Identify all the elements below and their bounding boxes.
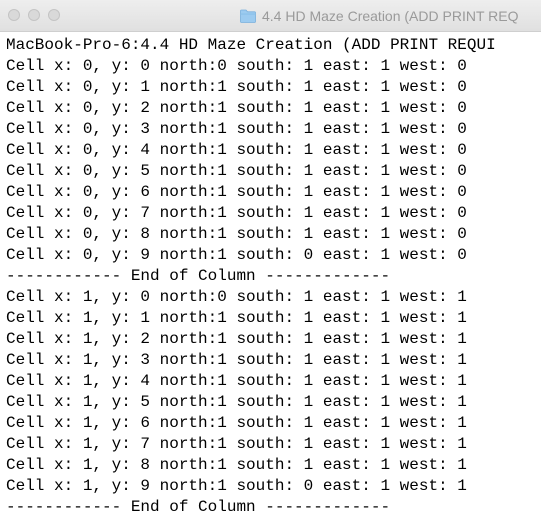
prompt-line: MacBook-Pro-6:4.4 HD Maze Creation (ADD … [6,36,496,54]
close-window-button[interactable] [8,9,20,21]
output-line: Cell x: 1, y: 6 north:1 south: 1 east: 1… [6,414,467,432]
folder-icon [240,9,256,23]
output-line: Cell x: 0, y: 6 north:1 south: 1 east: 1… [6,183,467,201]
output-line: ------------ End of Column ------------- [6,498,391,516]
output-line: Cell x: 1, y: 3 north:1 south: 1 east: 1… [6,351,467,369]
title-bar[interactable]: 4.4 HD Maze Creation (ADD PRINT REQ [0,0,541,32]
output-line: Cell x: 0, y: 2 north:1 south: 1 east: 1… [6,99,467,117]
output-line: Cell x: 0, y: 5 north:1 south: 1 east: 1… [6,162,467,180]
minimize-window-button[interactable] [28,9,40,21]
output-line: Cell x: 0, y: 4 north:1 south: 1 east: 1… [6,141,467,159]
output-line: ------------ End of Column ------------- [6,267,391,285]
window-title: 4.4 HD Maze Creation (ADD PRINT REQ [262,8,519,24]
window-title-group: 4.4 HD Maze Creation (ADD PRINT REQ [240,6,518,26]
output-line: Cell x: 1, y: 7 north:1 south: 1 east: 1… [6,435,467,453]
output-line: Cell x: 0, y: 9 north:1 south: 0 east: 1… [6,246,467,264]
output-line: Cell x: 0, y: 0 north:0 south: 1 east: 1… [6,57,467,75]
output-line: Cell x: 0, y: 8 north:1 south: 1 east: 1… [6,225,467,243]
output-line: Cell x: 1, y: 1 north:1 south: 1 east: 1… [6,309,467,327]
output-line: Cell x: 1, y: 5 north:1 south: 1 east: 1… [6,393,467,411]
zoom-window-button[interactable] [48,9,60,21]
output-line: Cell x: 0, y: 7 north:1 south: 1 east: 1… [6,204,467,222]
output-line: Cell x: 1, y: 8 north:1 south: 1 east: 1… [6,456,467,474]
output-line: Cell x: 1, y: 2 north:1 south: 1 east: 1… [6,330,467,348]
output-line: Cell x: 0, y: 3 north:1 south: 1 east: 1… [6,120,467,138]
output-line: Cell x: 1, y: 9 north:1 south: 0 east: 1… [6,477,467,495]
output-line: Cell x: 1, y: 4 north:1 south: 1 east: 1… [6,372,467,390]
output-line: Cell x: 0, y: 1 north:1 south: 1 east: 1… [6,78,467,96]
output-line: Cell x: 1, y: 0 north:0 south: 1 east: 1… [6,288,467,306]
terminal-output[interactable]: MacBook-Pro-6:4.4 HD Maze Creation (ADD … [0,32,541,516]
terminal-window: 4.4 HD Maze Creation (ADD PRINT REQ MacB… [0,0,541,516]
